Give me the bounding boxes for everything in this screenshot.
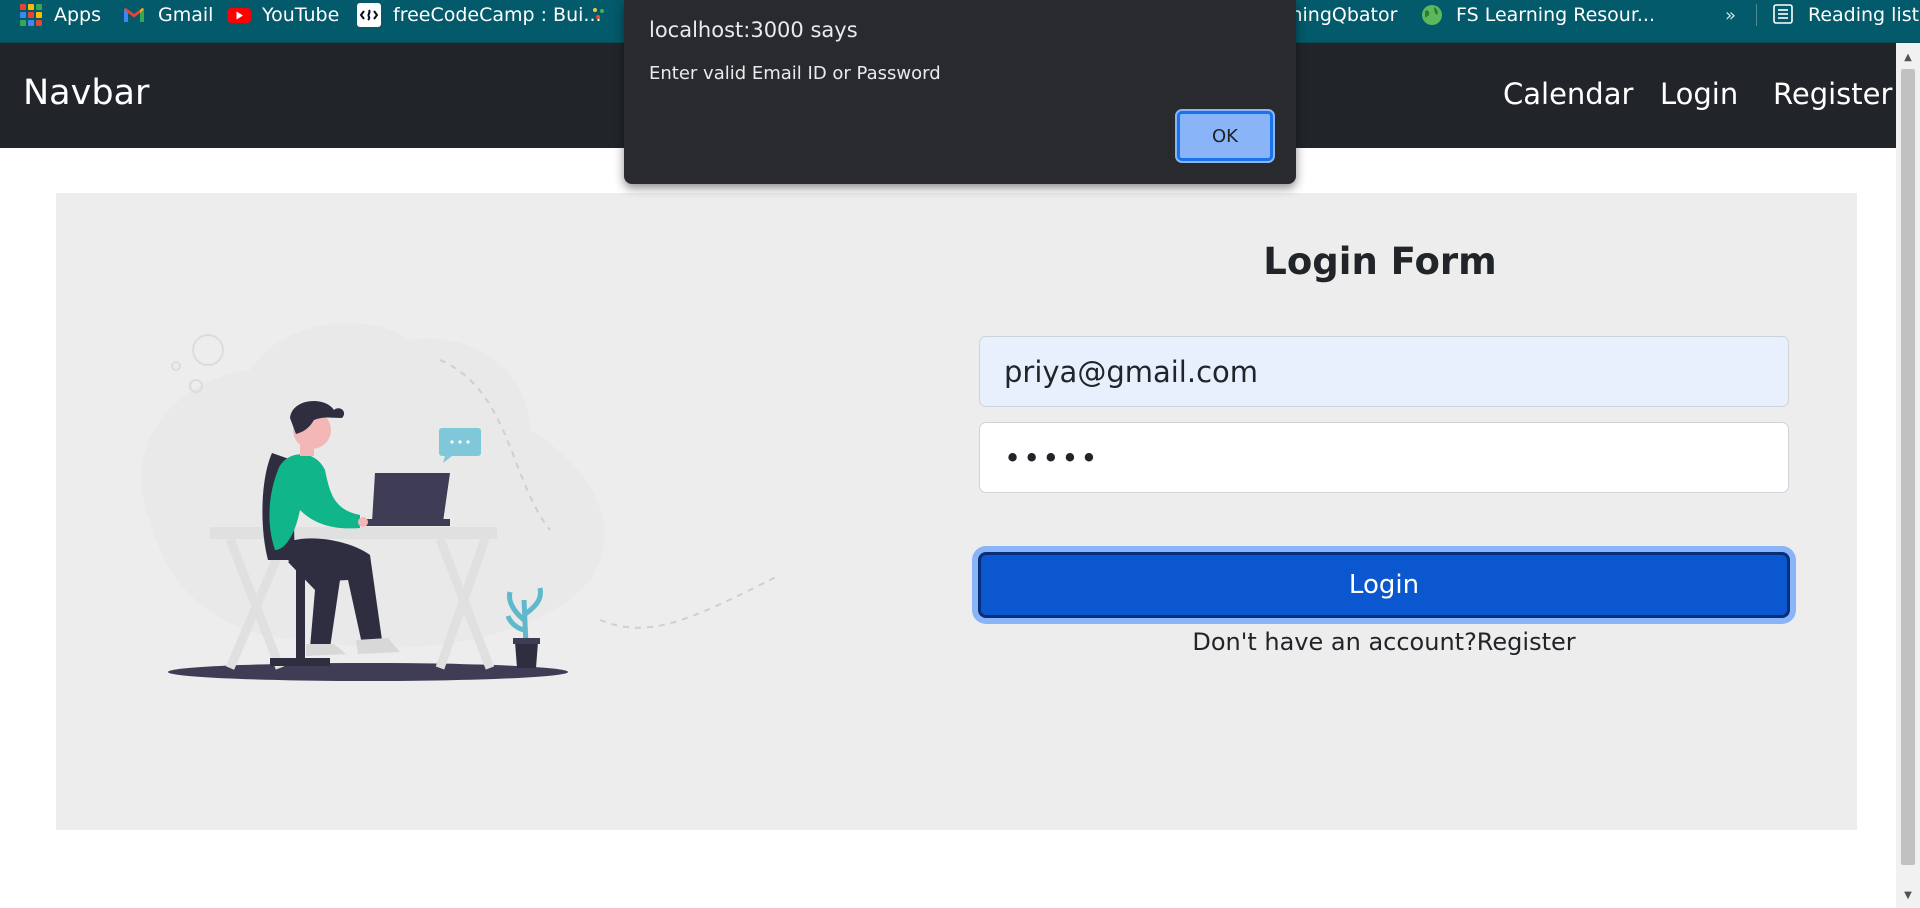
bookmark-apps-label: Apps <box>54 4 102 26</box>
bookmarks-overflow-button[interactable]: » <box>1725 0 1736 30</box>
bookmark-freecodecamp[interactable]: freeCodeCamp : Bui... <box>357 0 602 30</box>
dialog-message: Enter valid Email ID or Password <box>649 63 941 84</box>
email-value: priya@gmail.com <box>1004 354 1259 389</box>
bookmark-freecodecamp-label: freeCodeCamp : Bui... <box>393 4 602 26</box>
bookmark-gmail[interactable]: Gmail <box>122 0 213 30</box>
password-field[interactable]: ••••• <box>979 422 1789 493</box>
reading-list-label: Reading list <box>1808 4 1920 26</box>
scroll-up-arrow-icon[interactable]: ▲ <box>1896 47 1920 67</box>
nav-link-calendar[interactable]: Calendar <box>1503 77 1633 111</box>
nav-link-login[interactable]: Login <box>1660 77 1738 111</box>
scroll-thumb[interactable] <box>1901 69 1915 865</box>
reading-list-icon <box>1772 3 1796 27</box>
bookmark-thingqbator-label: thingQbator <box>1283 4 1398 26</box>
scroll-down-arrow-icon[interactable]: ▼ <box>1896 885 1920 905</box>
nav-link-register[interactable]: Register <box>1773 77 1892 111</box>
bookmark-thingqbator[interactable]: thingQbator <box>1283 0 1397 30</box>
bookmark-favicon-icon <box>588 3 612 27</box>
password-value: ••••• <box>1004 440 1100 475</box>
scrollbar[interactable]: ▲ ▼ <box>1896 43 1920 908</box>
person-at-desk-illustration <box>110 300 790 694</box>
bookmark-gmail-label: Gmail <box>158 4 214 26</box>
dialog-title: localhost:3000 says <box>649 18 858 42</box>
bookmark-partial[interactable] <box>588 0 612 30</box>
alert-dialog: localhost:3000 says Enter valid Email ID… <box>624 0 1296 184</box>
form-title: Login Form <box>1263 240 1497 283</box>
login-button-label: Login <box>1348 570 1420 600</box>
email-field[interactable]: priya@gmail.com <box>979 336 1789 407</box>
globe-icon <box>1420 3 1444 27</box>
login-button[interactable]: Login <box>978 552 1790 618</box>
bookmarks-divider <box>1756 4 1757 26</box>
reading-list-button[interactable]: Reading list <box>1772 0 1919 30</box>
register-link[interactable]: Don't have an account?Register <box>979 628 1789 656</box>
chevron-double-right-icon: » <box>1725 4 1737 26</box>
bookmark-youtube-label: YouTube <box>262 4 340 26</box>
freecodecamp-icon <box>357 3 381 27</box>
bookmark-fs-learning-label: FS Learning Resour... <box>1456 4 1656 26</box>
youtube-icon <box>226 3 251 27</box>
dialog-ok-label: OK <box>1212 125 1238 147</box>
apps-grid-icon <box>20 4 42 26</box>
bookmark-youtube[interactable]: YouTube <box>226 0 339 30</box>
bookmark-fs-learning[interactable]: FS Learning Resour... <box>1420 0 1655 30</box>
dialog-ok-button[interactable]: OK <box>1177 111 1273 161</box>
navbar-brand[interactable]: Navbar <box>23 73 149 113</box>
bookmark-apps[interactable]: Apps <box>20 0 101 30</box>
gmail-icon <box>122 3 146 27</box>
